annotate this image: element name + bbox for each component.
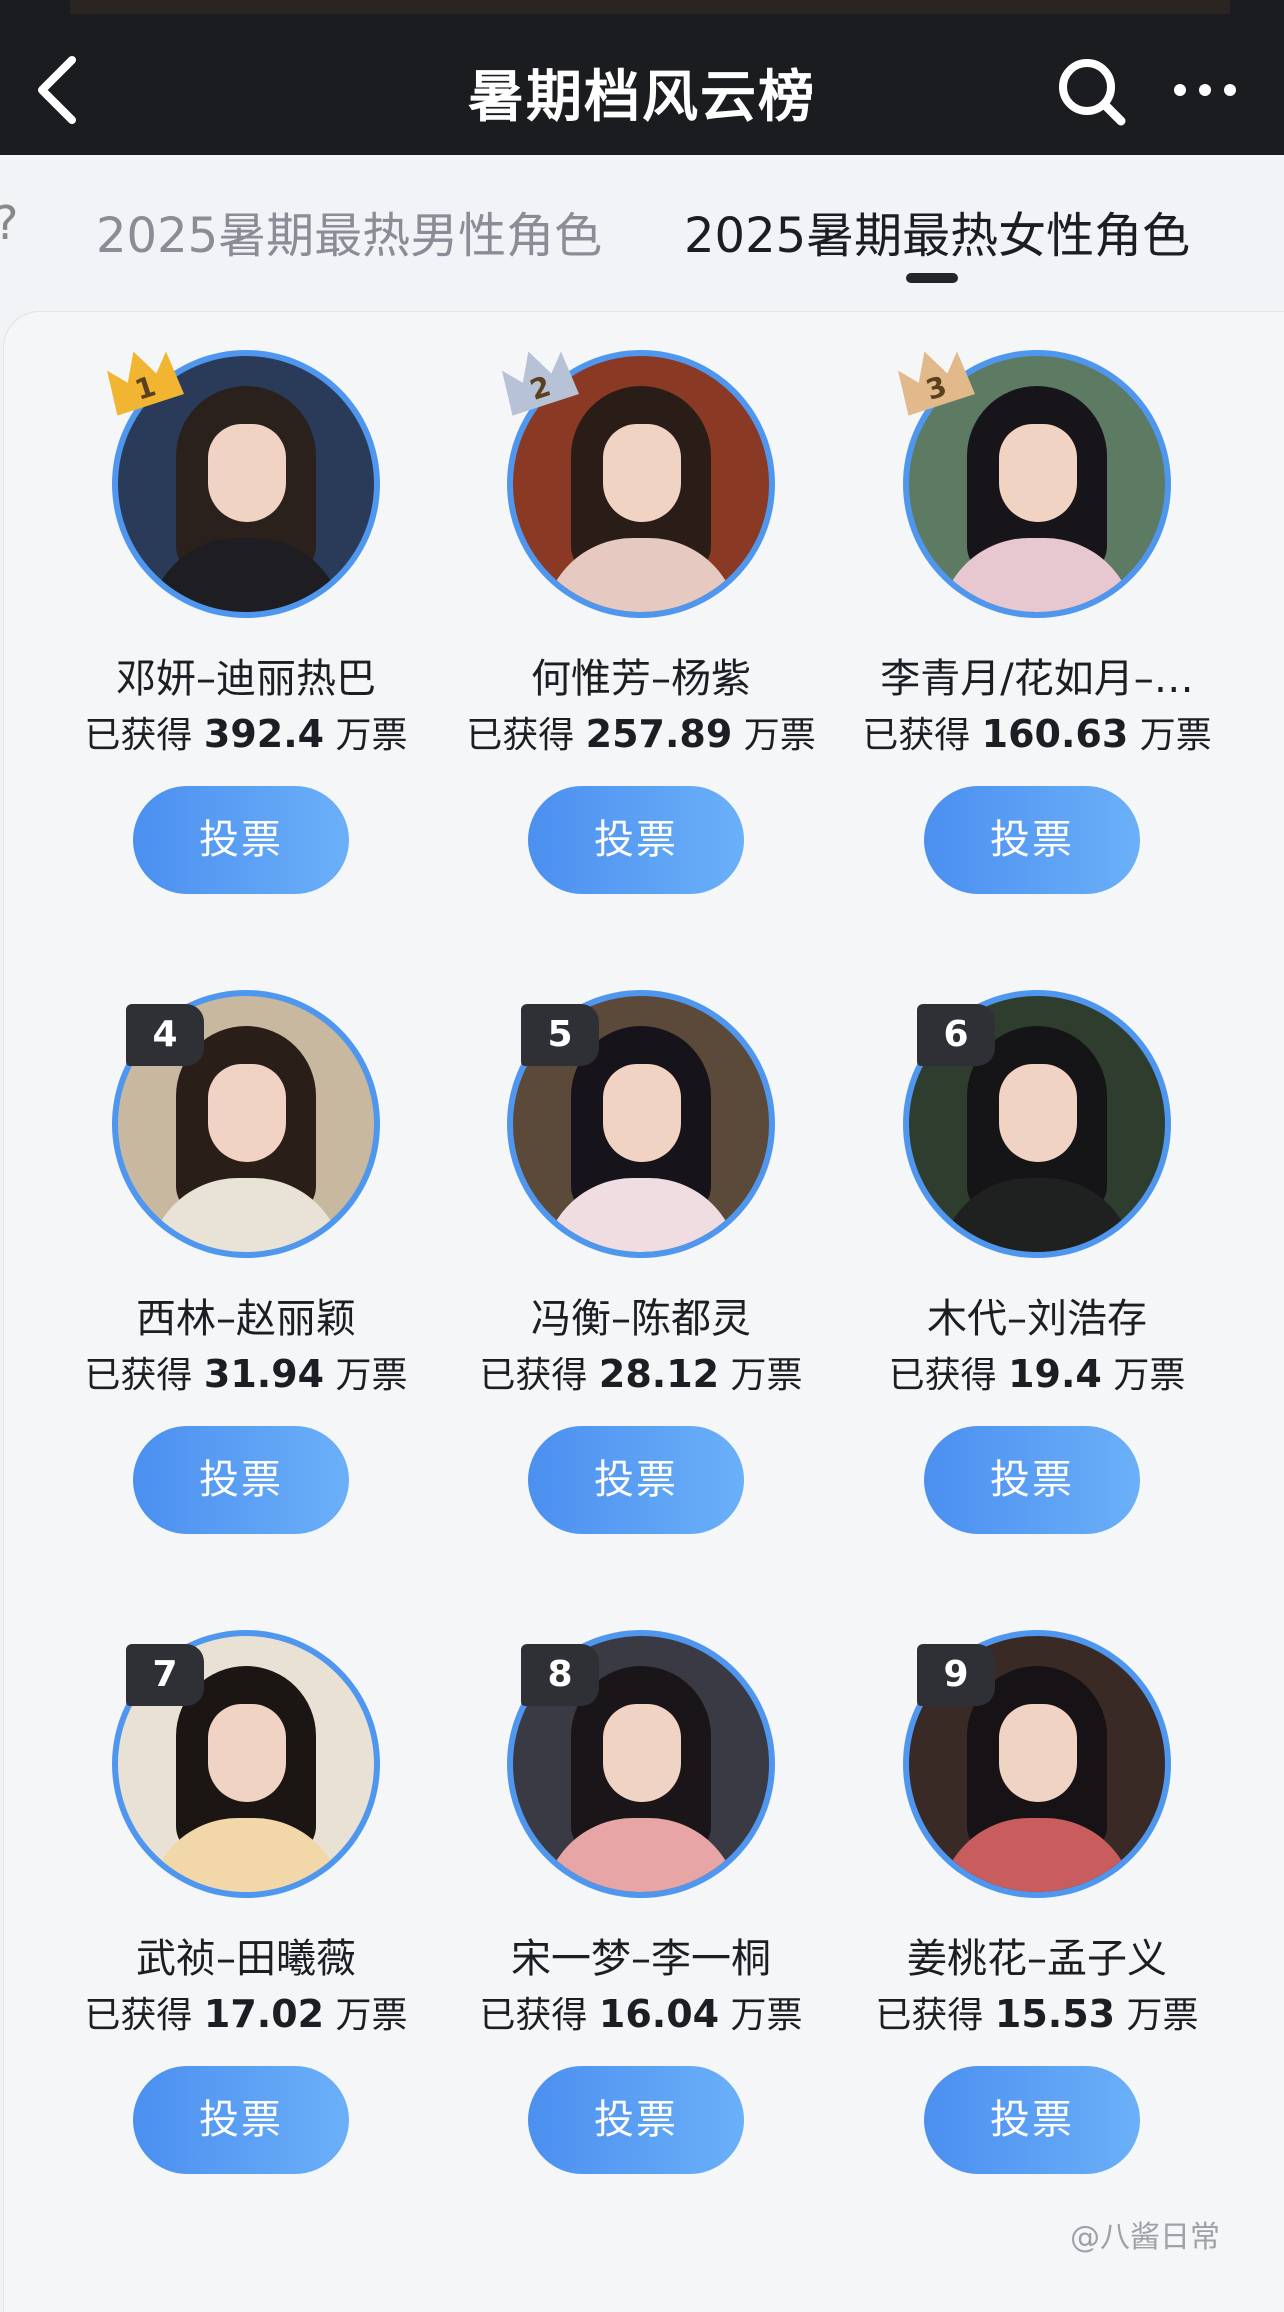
vote-button[interactable]: 投票 [924, 2066, 1140, 2174]
photo-face [999, 1064, 1077, 1162]
vote-button[interactable]: 投票 [924, 1426, 1140, 1534]
candidate-card: 3 李青月/花如月–… 已获得 160.63 万票 投票 [839, 350, 1235, 894]
vote-suffix: 万票 [743, 715, 816, 756]
rank-badge: 5 [521, 1004, 599, 1066]
status-strip [70, 0, 1230, 14]
watermark: @八酱日常 [1070, 2220, 1220, 2255]
rank-medal-icon: 3 [898, 351, 976, 416]
vote-prefix: 已获得 [84, 1995, 193, 2036]
vote-number: 16.04 [598, 1992, 720, 2036]
photo-face [999, 1704, 1077, 1802]
vote-suffix: 万票 [1126, 1995, 1199, 2036]
vote-number: 17.02 [203, 1992, 325, 2036]
candidate-name: 何惟芳–杨紫 [531, 656, 751, 702]
candidate-card: 7 武祯–田曦薇 已获得 17.02 万票 投票 [48, 1630, 444, 2174]
vote-prefix: 已获得 [84, 1355, 193, 1396]
vote-prefix: 已获得 [466, 715, 575, 756]
photo-face [603, 1704, 681, 1802]
vote-count: 已获得 19.4 万票 [839, 1346, 1235, 1398]
tab-female-roles[interactable]: 2025暑期最热女性角色 [684, 196, 1190, 266]
vote-button[interactable]: 投票 [133, 786, 349, 894]
vote-button[interactable]: 投票 [528, 2066, 744, 2174]
vote-prefix: 已获得 [862, 715, 971, 756]
vote-prefix: 已获得 [479, 1355, 588, 1396]
vote-number: 19.4 [1008, 1352, 1102, 1396]
rank-badge: 6 [917, 1004, 995, 1066]
active-tab-indicator [906, 273, 958, 283]
photo-face [208, 1064, 286, 1162]
candidate-card: 8 宋一梦–李一桐 已获得 16.04 万票 投票 [443, 1630, 839, 2174]
candidate-card: 6 木代–刘浩存 已获得 19.4 万票 投票 [839, 990, 1235, 1534]
vote-number: 392.4 [203, 712, 325, 756]
vote-button[interactable]: 投票 [133, 1426, 349, 1534]
vote-suffix: 万票 [730, 1995, 803, 2036]
vote-suffix: 万票 [1139, 715, 1212, 756]
candidate-name: 姜桃花–孟子义 [907, 1936, 1167, 1982]
rank-badge: 4 [126, 1004, 204, 1066]
vote-suffix: 万票 [1113, 1355, 1186, 1396]
photo-face [603, 1064, 681, 1162]
rank-medal-icon: 1 [107, 351, 185, 416]
vote-button[interactable]: 投票 [924, 786, 1140, 894]
candidate-card: 4 西林–赵丽颖 已获得 31.94 万票 投票 [48, 990, 444, 1534]
candidate-name: 李青月/花如月–… [880, 656, 1194, 702]
rank-badge: 7 [126, 1644, 204, 1706]
more-dots-icon [1174, 84, 1236, 96]
photo-face [208, 1704, 286, 1802]
vote-number: 31.94 [203, 1352, 325, 1396]
vote-suffix: 万票 [730, 1355, 803, 1396]
candidate-name: 武祯–田曦薇 [136, 1936, 356, 1982]
candidate-card: 1 邓妍–迪丽热巴 已获得 392.4 万票 投票 [48, 350, 444, 894]
vote-button[interactable]: 投票 [528, 1426, 744, 1534]
vote-count: 已获得 28.12 万票 [443, 1346, 839, 1398]
vote-number: 15.53 [994, 1992, 1116, 2036]
vote-count: 已获得 257.89 万票 [443, 706, 839, 758]
vote-count: 已获得 31.94 万票 [48, 1346, 444, 1398]
vote-prefix: 已获得 [875, 1995, 984, 2036]
vote-suffix: 万票 [335, 715, 408, 756]
top-bar: 暑期档风云榜 [0, 0, 1284, 155]
vote-count: 已获得 17.02 万票 [48, 1986, 444, 2038]
candidate-name: 宋一梦–李一桐 [511, 1936, 771, 1982]
vote-suffix: 万票 [335, 1995, 408, 2036]
candidate-card: 5 冯衡–陈都灵 已获得 28.12 万票 投票 [443, 990, 839, 1534]
candidate-card: 9 姜桃花–孟子义 已获得 15.53 万票 投票 [839, 1630, 1235, 2174]
vote-prefix: 已获得 [84, 715, 193, 756]
vote-button[interactable]: 投票 [133, 2066, 349, 2174]
vote-prefix: 已获得 [479, 1995, 588, 2036]
photo-face [208, 424, 286, 522]
candidate-name: 邓妍–迪丽热巴 [116, 656, 376, 702]
candidate-name: 冯衡–陈都灵 [531, 1296, 751, 1342]
vote-count: 已获得 392.4 万票 [48, 706, 444, 758]
photo-face [999, 424, 1077, 522]
vote-number: 28.12 [598, 1352, 720, 1396]
photo-face [603, 424, 681, 522]
tab-scroll-edge: ? [0, 196, 18, 250]
vote-count: 已获得 15.53 万票 [839, 1986, 1235, 2038]
vote-number: 160.63 [981, 712, 1129, 756]
vote-suffix: 万票 [335, 1355, 408, 1396]
rank-badge: 8 [521, 1644, 599, 1706]
candidate-name: 木代–刘浩存 [927, 1296, 1147, 1342]
vote-button[interactable]: 投票 [528, 786, 744, 894]
search-icon [1059, 59, 1126, 126]
candidate-name: 西林–赵丽颖 [136, 1296, 356, 1342]
search-button[interactable] [1055, 55, 1127, 127]
vote-count: 已获得 160.63 万票 [839, 706, 1235, 758]
vote-number: 257.89 [585, 712, 733, 756]
more-button[interactable] [1170, 60, 1240, 120]
rank-medal-icon: 2 [502, 351, 580, 416]
rank-badge: 9 [917, 1644, 995, 1706]
candidate-card: 2 何惟芳–杨紫 已获得 257.89 万票 投票 [443, 350, 839, 894]
tab-male-roles[interactable]: 2025暑期最热男性角色 [96, 196, 602, 266]
vote-prefix: 已获得 [888, 1355, 997, 1396]
vote-count: 已获得 16.04 万票 [443, 1986, 839, 2038]
